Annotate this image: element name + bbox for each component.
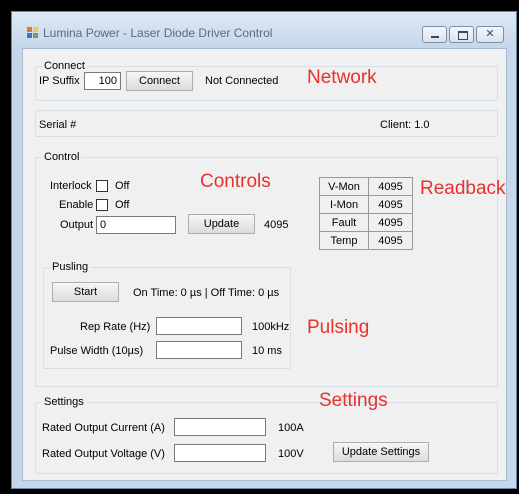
close-button[interactable]: ✕ <box>476 26 504 43</box>
rep-rate-unit: 100kHz <box>252 321 290 333</box>
readback-row: I-Mon 4095 <box>319 195 413 214</box>
readback-value: 4095 <box>368 213 413 232</box>
enable-state: Off <box>115 199 130 211</box>
interlock-checkbox[interactable] <box>96 180 108 192</box>
control-group-label: Control <box>42 151 82 163</box>
output-readout: 4095 <box>264 219 289 231</box>
readback-label: Temp <box>319 231 369 250</box>
window-title: Lumina Power - Laser Diode Driver Contro… <box>43 26 273 40</box>
pulsing-annotation: Pulsing <box>307 317 370 338</box>
pulsing-group-label: Pusling <box>50 261 91 273</box>
connection-status: Not Connected <box>205 75 279 87</box>
connect-button[interactable]: Connect <box>126 71 193 91</box>
readback-value: 4095 <box>368 231 413 250</box>
rep-rate-label: Rep Rate (Hz) <box>80 321 151 333</box>
client-version: Client: 1.0 <box>380 119 430 131</box>
output-input[interactable] <box>96 216 176 234</box>
settings-group-label: Settings <box>42 396 86 408</box>
pulse-width-unit: 10 ms <box>252 345 282 357</box>
rep-rate-input[interactable] <box>156 317 242 335</box>
app-window: Lumina Power - Laser Diode Driver Contro… <box>11 11 517 489</box>
settings-group: Settings <box>35 396 498 474</box>
readback-annotation: Readback <box>420 178 506 199</box>
start-pulsing-button[interactable]: Start <box>52 282 119 302</box>
minimize-icon <box>431 36 439 38</box>
close-icon: ✕ <box>485 28 495 40</box>
settings-annotation: Settings <box>319 390 388 411</box>
readback-value: 4095 <box>368 177 413 196</box>
network-annotation: Network <box>307 67 377 88</box>
rated-current-unit: 100A <box>278 422 304 434</box>
rated-voltage-input[interactable] <box>174 444 266 462</box>
window-controls: ✕ <box>422 26 506 43</box>
readback-label: Fault <box>319 213 369 232</box>
interlock-label: Interlock <box>50 180 92 192</box>
readback-row: Temp 4095 <box>319 231 413 250</box>
controls-annotation: Controls <box>200 171 271 192</box>
readback-label: I-Mon <box>319 195 369 214</box>
minimize-button[interactable] <box>422 26 447 43</box>
ip-suffix-label: IP Suffix <box>39 75 80 87</box>
pulse-timing: On Time: 0 µs | Off Time: 0 µs <box>133 287 280 299</box>
pulse-width-input[interactable] <box>156 341 242 359</box>
pulse-width-label: Pulse Width (10µs) <box>50 345 144 357</box>
rated-current-input[interactable] <box>174 418 266 436</box>
update-output-button[interactable]: Update <box>188 214 255 234</box>
rated-voltage-unit: 100V <box>278 448 304 460</box>
enable-label: Enable <box>59 199 94 211</box>
rated-current-label: Rated Output Current (A) <box>42 422 165 434</box>
readback-row: V-Mon 4095 <box>319 177 413 196</box>
update-settings-button[interactable]: Update Settings <box>333 442 429 462</box>
title-bar[interactable]: Lumina Power - Laser Diode Driver Contro… <box>12 12 516 46</box>
form-body: Connect IP Suffix Connect Not Connected … <box>22 48 507 481</box>
rated-voltage-label: Rated Output Voltage (V) <box>42 448 165 460</box>
interlock-state: Off <box>115 180 130 192</box>
maximize-icon <box>458 31 468 40</box>
readback-table: V-Mon 4095 I-Mon 4095 Fault 4095 Temp 40… <box>319 177 413 250</box>
readback-value: 4095 <box>368 195 413 214</box>
enable-checkbox[interactable] <box>96 199 108 211</box>
ip-suffix-input[interactable] <box>84 72 121 90</box>
readback-row: Fault 4095 <box>319 213 413 232</box>
maximize-button[interactable] <box>449 26 474 43</box>
serial-label: Serial # <box>39 119 77 131</box>
app-icon <box>27 27 38 38</box>
output-label: Output <box>60 219 94 231</box>
readback-label: V-Mon <box>319 177 369 196</box>
connect-group-label: Connect <box>42 60 87 72</box>
